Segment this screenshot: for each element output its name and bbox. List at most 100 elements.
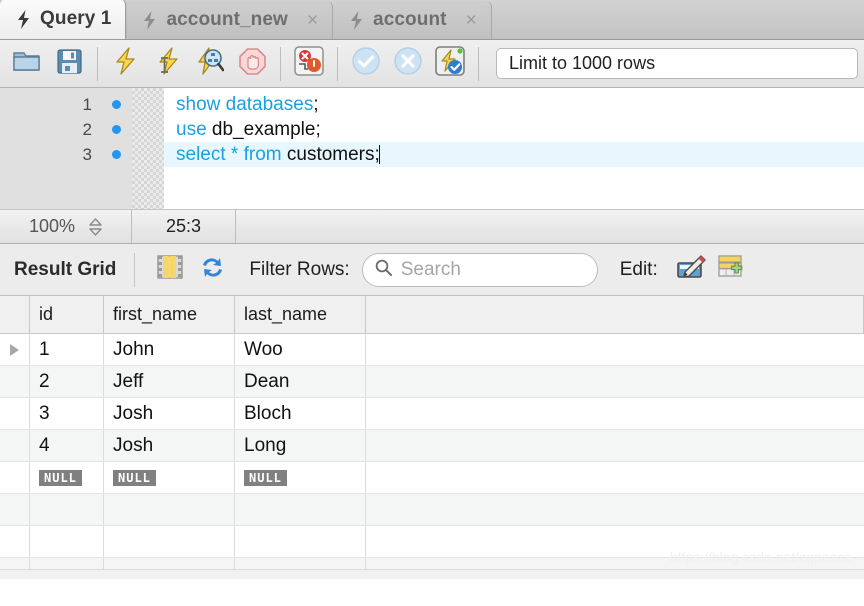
column-header-filler <box>366 296 864 333</box>
code-folding-gutter[interactable] <box>132 88 164 209</box>
add-row-button[interactable] <box>712 249 754 291</box>
refresh-button[interactable] <box>191 249 233 291</box>
toggle-autocommit-button[interactable] <box>429 44 471 84</box>
tab-query-1[interactable]: Query 1 <box>0 0 127 39</box>
statement-dot-icon <box>111 125 121 134</box>
row-limit-selector[interactable]: Limit to 1000 rows <box>496 48 858 79</box>
tab-label: account_new <box>166 9 288 30</box>
toggle-stop-on-error-icon <box>294 46 324 81</box>
edit-controls: Edit: <box>620 249 754 291</box>
cell-last-name[interactable]: Long <box>235 430 366 461</box>
code-line-current[interactable]: select * from customers; <box>164 142 864 167</box>
cell-filler <box>366 398 864 429</box>
cell-filler <box>366 430 864 461</box>
close-icon[interactable]: × <box>307 11 318 30</box>
lightning-icon <box>142 10 157 30</box>
zoom-stepper[interactable] <box>89 217 102 236</box>
tab-account-new[interactable]: account_new × <box>126 1 334 39</box>
statement-marker[interactable] <box>100 92 132 117</box>
filter-rows-label: Filter Rows: <box>249 258 350 280</box>
code-line[interactable]: show databases; <box>164 92 864 117</box>
cell-filler <box>366 462 864 493</box>
cell-first-name[interactable]: Josh <box>104 398 235 429</box>
stop-execution-button[interactable] <box>231 44 273 84</box>
cell-first-name[interactable]: John <box>104 334 235 365</box>
line-number: 1 <box>82 95 92 114</box>
row-marker[interactable] <box>0 430 30 461</box>
stop-execution-icon <box>238 47 266 80</box>
execute-current-statement-button[interactable] <box>147 44 189 84</box>
grid-bottom-edge <box>0 569 864 579</box>
cell-id[interactable]: 2 <box>30 366 104 397</box>
table-row[interactable]: 4 Josh Long <box>0 430 864 462</box>
code-line[interactable]: use db_example; <box>164 117 864 142</box>
toggle-stop-on-error-button[interactable] <box>288 44 330 84</box>
toolbar-separator <box>478 46 479 81</box>
cell-last-name[interactable]: Dean <box>235 366 366 397</box>
rollback-icon <box>393 46 423 81</box>
column-header-last-name[interactable]: last_name <box>235 296 366 333</box>
edit-row-button[interactable] <box>670 249 712 291</box>
sql-keyword: show databases <box>176 94 314 115</box>
explain-plan-icon <box>196 47 225 80</box>
cell-id[interactable]: 4 <box>30 430 104 461</box>
table-row[interactable]: 1 John Woo <box>0 334 864 366</box>
code-area[interactable]: show databases; use db_example; select *… <box>164 88 864 209</box>
line-number: 3 <box>82 145 92 164</box>
grid-view-button[interactable] <box>149 249 191 291</box>
column-header-first-name[interactable]: first_name <box>104 296 235 333</box>
row-marker-header <box>0 296 30 333</box>
null-badge: NULL <box>244 469 287 486</box>
sql-editor[interactable]: 1 2 3 show databases; use db_example; se… <box>0 88 864 210</box>
rollback-button[interactable] <box>387 44 429 84</box>
filter-rows-search[interactable]: Search <box>361 252 598 287</box>
cell-empty <box>104 526 235 557</box>
refresh-icon <box>199 255 226 285</box>
cell-id[interactable]: NULL <box>30 462 104 493</box>
search-icon <box>375 259 392 281</box>
tab-account[interactable]: account × <box>333 1 492 39</box>
statement-marker[interactable] <box>100 117 132 142</box>
row-marker[interactable] <box>0 366 30 397</box>
cell-last-name[interactable]: Woo <box>235 334 366 365</box>
cell-id[interactable]: 1 <box>30 334 104 365</box>
row-marker <box>0 494 30 525</box>
line-number: 2 <box>82 120 92 139</box>
cell-first-name[interactable]: Josh <box>104 430 235 461</box>
cell-id[interactable]: 3 <box>30 398 104 429</box>
cell-first-name[interactable]: NULL <box>104 462 235 493</box>
row-marker <box>0 526 30 557</box>
row-marker[interactable] <box>0 462 30 493</box>
cell-empty <box>104 494 235 525</box>
close-icon[interactable]: × <box>466 11 477 30</box>
row-marker[interactable] <box>0 334 30 365</box>
row-marker[interactable] <box>0 398 30 429</box>
result-table[interactable]: id first_name last_name 1 John Woo 2 Jef… <box>0 296 864 579</box>
column-header-id[interactable]: id <box>30 296 104 333</box>
editor-status-bar: 100% 25:3 <box>0 210 864 244</box>
commit-icon <box>351 46 381 81</box>
commit-button[interactable] <box>345 44 387 84</box>
statement-marker[interactable] <box>100 142 132 167</box>
table-row[interactable]: 3 Josh Bloch <box>0 398 864 430</box>
cell-last-name[interactable]: Bloch <box>235 398 366 429</box>
table-row[interactable]: 2 Jeff Dean <box>0 366 864 398</box>
zoom-control[interactable]: 100% <box>0 210 132 243</box>
explain-plan-button[interactable] <box>189 44 231 84</box>
cell-empty <box>30 526 104 557</box>
toolbar-separator <box>97 46 98 81</box>
toolbar-separator <box>337 46 338 81</box>
execute-statement-button[interactable] <box>105 44 147 84</box>
statement-dot-icon <box>111 100 121 109</box>
statement-marker-gutter[interactable] <box>100 88 132 209</box>
cell-empty <box>235 494 366 525</box>
open-script-button[interactable] <box>6 44 48 84</box>
cell-first-name[interactable]: Jeff <box>104 366 235 397</box>
status-bar-filler <box>236 210 864 243</box>
cell-last-name[interactable]: NULL <box>235 462 366 493</box>
cell-filler <box>366 494 864 525</box>
table-row-empty <box>0 526 864 558</box>
save-script-button[interactable] <box>48 44 90 84</box>
toolbar-separator <box>134 252 136 287</box>
table-row-placeholder[interactable]: NULL NULL NULL <box>0 462 864 494</box>
